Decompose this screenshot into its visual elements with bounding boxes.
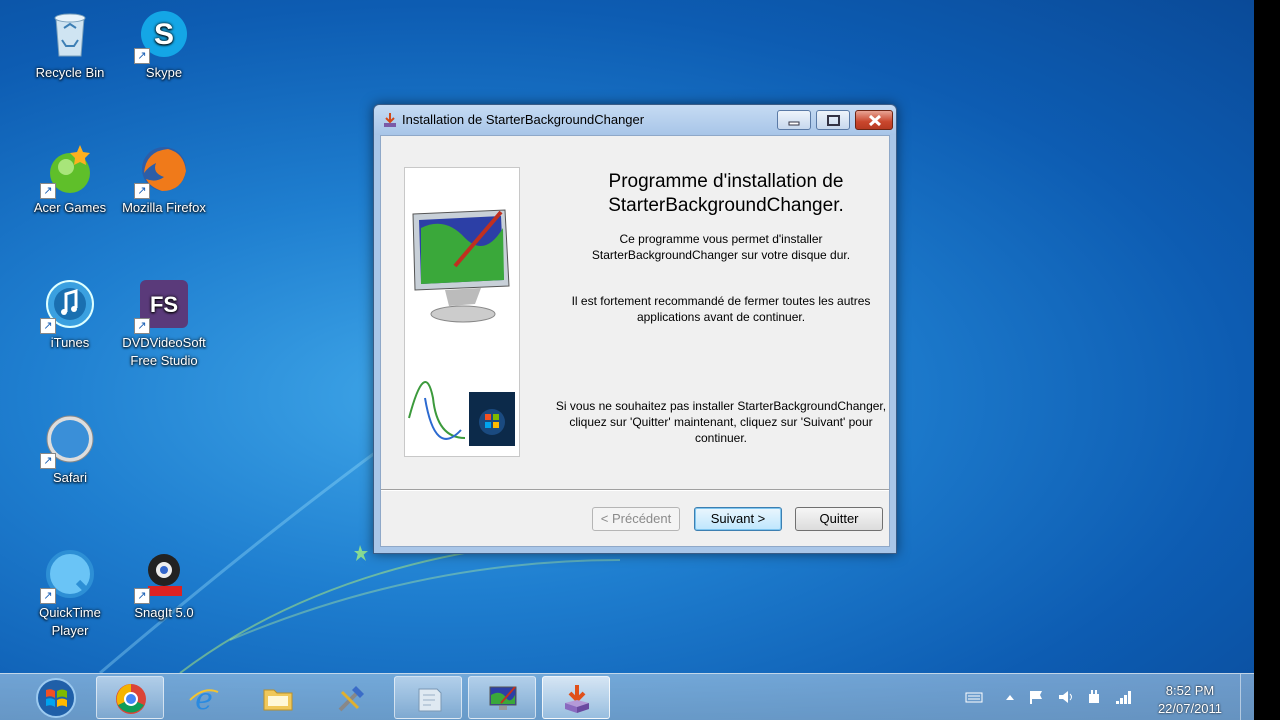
taskbar-internet-explorer[interactable]: e — [170, 676, 238, 719]
desktop-icon-quicktime[interactable]: ↗ QuickTime Player — [27, 548, 113, 640]
snagit-icon: ↗ — [134, 548, 190, 604]
folder-icon — [263, 689, 293, 711]
clock-date: 22/07/2011 — [1157, 701, 1223, 716]
action-center-flag-icon[interactable] — [1027, 689, 1045, 705]
taskbar-background-changer[interactable] — [468, 676, 536, 719]
dvdvideosoft-icon: FS ↗ — [134, 278, 190, 334]
desktop-icon-skype[interactable]: S ↗ Skype — [121, 8, 207, 82]
close-button[interactable] — [855, 110, 893, 130]
instruction-text: Si vous ne souhaitez pas installer Start… — [555, 399, 887, 445]
minimize-icon — [788, 121, 800, 126]
notepad-icon — [418, 688, 442, 712]
chrome-icon — [116, 684, 146, 714]
previous-button[interactable]: < Précédent — [592, 507, 680, 531]
desktop-icon-recycle-bin[interactable]: Recycle Bin — [27, 8, 113, 82]
desktop-icon-snagit[interactable]: ↗ SnagIt 5.0 — [121, 548, 207, 622]
acer-games-icon: ↗ — [40, 143, 96, 199]
svg-text:FS: FS — [150, 292, 178, 317]
maximize-icon — [827, 115, 840, 126]
tool-icon — [338, 686, 364, 712]
taskbar-notepad[interactable] — [394, 676, 462, 719]
desktop-icon-dvdvideosoft[interactable]: FS ↗ DVDVideoSoft Free Studio — [121, 278, 207, 370]
svg-text:e: e — [195, 682, 213, 714]
desktop-icon-firefox[interactable]: ↗ Mozilla Firefox — [121, 143, 207, 217]
keyboard-icon[interactable] — [965, 689, 983, 705]
desktop-icon-label: Skype — [145, 65, 183, 80]
desktop-icon-label: Recycle Bin — [35, 65, 105, 80]
windows-start-icon — [36, 678, 76, 718]
clock-time: 8:52 PM — [1165, 683, 1215, 698]
desktop: Recycle Bin S ↗ Skype ↗ Acer Games ↗ Moz… — [0, 0, 1254, 720]
desktop-icon-label: Acer Games — [33, 200, 107, 215]
recycle-bin-icon — [44, 8, 96, 60]
safari-icon: ↗ — [40, 413, 96, 469]
shortcut-arrow-icon: ↗ — [134, 588, 150, 604]
desktop-icon-label: Safari — [53, 470, 87, 485]
installer-window: Installation de StarterBackgroundChanger — [373, 104, 897, 554]
next-button[interactable]: Suivant > — [694, 507, 782, 531]
window-titlebar[interactable]: Installation de StarterBackgroundChanger — [374, 105, 896, 135]
monitor-paint-illustration — [408, 209, 515, 446]
firefox-icon: ↗ — [134, 143, 190, 199]
taskbar-tool[interactable] — [318, 676, 386, 719]
desktop-icon-label: iTunes — [50, 335, 90, 350]
taskbar-chrome[interactable] — [96, 676, 164, 719]
monitor-paint-icon — [489, 686, 517, 710]
power-plug-icon[interactable] — [1085, 689, 1103, 705]
desktop-icon-label: Mozilla Firefox — [122, 200, 206, 215]
quit-button[interactable]: Quitter — [795, 507, 883, 531]
system-clock[interactable]: 8:52 PM 22/07/2011 — [1140, 682, 1240, 718]
close-icon — [868, 114, 882, 127]
screen-border — [1254, 0, 1280, 720]
desktop-icon-label: SnagIt 5.0 — [134, 605, 194, 620]
volume-icon[interactable] — [1057, 689, 1075, 705]
desktop-icon-acer-games[interactable]: ↗ Acer Games — [27, 143, 113, 217]
internet-explorer-icon: e — [189, 682, 219, 714]
show-desktop-button[interactable] — [1240, 674, 1254, 720]
shortcut-arrow-icon: ↗ — [40, 183, 56, 199]
quicktime-icon: ↗ — [40, 548, 96, 604]
dialog-heading: Programme d'installation de StarterBackg… — [608, 171, 844, 216]
intro-text: Ce programme vous permet d'installer Sta… — [591, 232, 851, 262]
shortcut-arrow-icon: ↗ — [134, 318, 150, 334]
shortcut-arrow-icon: ↗ — [134, 183, 150, 199]
shortcut-arrow-icon: ↗ — [40, 588, 56, 604]
dialog-body: Programme d'installation de StarterBackg… — [380, 135, 890, 547]
taskbar: e 8:52 PM 22/07/2011 — [0, 673, 1254, 720]
shortcut-arrow-icon: ↗ — [40, 453, 56, 469]
desktop-icon-label: QuickTime Player — [39, 605, 101, 638]
svg-text:S: S — [154, 18, 174, 51]
shortcut-arrow-icon: ↗ — [134, 48, 150, 64]
taskbar-file-explorer[interactable] — [244, 676, 312, 719]
installer-icon — [565, 685, 589, 713]
taskbar-installer[interactable] — [542, 676, 610, 719]
minimize-button[interactable] — [777, 110, 811, 130]
chevron-up-icon[interactable] — [1001, 689, 1019, 705]
start-button[interactable] — [30, 676, 82, 720]
desktop-icon-itunes[interactable]: ↗ iTunes — [27, 278, 113, 352]
installer-side-image — [404, 167, 520, 457]
network-signal-icon[interactable] — [1115, 689, 1133, 705]
skype-icon: S ↗ — [134, 8, 190, 64]
window-title: Installation de StarterBackgroundChanger — [402, 112, 645, 127]
desktop-icon-safari[interactable]: ↗ Safari — [27, 413, 113, 487]
itunes-icon: ↗ — [40, 278, 96, 334]
installer-app-icon — [384, 113, 396, 127]
separator — [381, 489, 889, 491]
maximize-button[interactable] — [816, 110, 850, 130]
shortcut-arrow-icon: ↗ — [40, 318, 56, 334]
warning-text: Il est fortement recommandé de fermer to… — [571, 294, 871, 324]
desktop-icon-label: DVDVideoSoft Free Studio — [122, 335, 206, 368]
